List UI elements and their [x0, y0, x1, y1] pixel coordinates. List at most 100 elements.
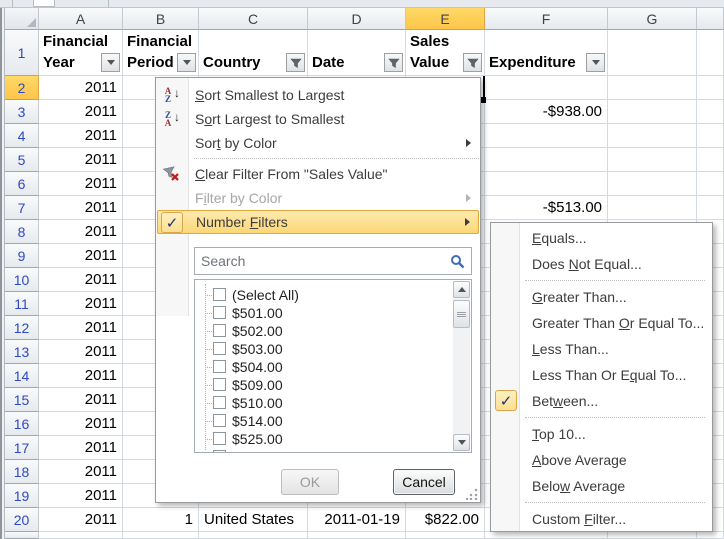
cell-G21[interactable]: [608, 532, 697, 539]
submenu-item-custom-filter[interactable]: Custom Filter...: [492, 506, 711, 532]
cell-F2[interactable]: [485, 76, 608, 100]
header-cell-D[interactable]: Date: [308, 30, 406, 76]
scrollbar-thumb[interactable]: [453, 300, 470, 328]
value-checkbox[interactable]: [213, 378, 226, 391]
cell-H3[interactable]: [697, 100, 724, 124]
row-header-17[interactable]: 17: [5, 436, 39, 460]
cell-F7[interactable]: -$513.00: [485, 196, 608, 220]
cell-F3[interactable]: -$938.00: [485, 100, 608, 124]
column-header-D[interactable]: D: [308, 8, 406, 30]
header-cell-G[interactable]: [608, 30, 697, 76]
cell-A18[interactable]: 2011: [39, 460, 123, 484]
filter-dropdown-button-F[interactable]: [586, 53, 605, 72]
menu-resize-grip[interactable]: [466, 488, 478, 500]
row-header-19[interactable]: 19: [5, 484, 39, 508]
row-header-20[interactable]: 20: [5, 508, 39, 532]
filter-applied-button-D[interactable]: [384, 53, 403, 72]
cell-F5[interactable]: [485, 148, 608, 172]
column-header-E[interactable]: E: [406, 8, 485, 30]
row-header-7[interactable]: 7: [5, 196, 39, 220]
value-checkbox[interactable]: [213, 414, 226, 427]
submenu-item-does-not-equal[interactable]: Does Not Equal...: [492, 251, 711, 277]
cell-A2[interactable]: 2011: [39, 76, 123, 100]
value-checkbox[interactable]: [213, 342, 226, 355]
column-header-partial[interactable]: [697, 8, 724, 30]
value-checkbox[interactable]: [213, 288, 226, 301]
cell-C21[interactable]: [199, 532, 308, 539]
cell-A11[interactable]: 2011: [39, 292, 123, 316]
list-scrollbar[interactable]: [453, 281, 470, 451]
cell-C20[interactable]: United States: [199, 508, 308, 532]
filter-value-item[interactable]: $514.00: [195, 412, 445, 430]
cell-G3[interactable]: [608, 100, 697, 124]
header-cell-F[interactable]: Expenditure: [485, 30, 608, 76]
cell-E21[interactable]: [406, 532, 485, 539]
header-cell-E[interactable]: SalesValue: [406, 30, 485, 76]
cell-G5[interactable]: [608, 148, 697, 172]
menu-item-clear-filter-from-sales-value[interactable]: Clear Filter From "Sales Value": [157, 162, 479, 186]
filter-value-item[interactable]: $502.00: [195, 322, 445, 340]
cell-F21[interactable]: [485, 532, 608, 539]
cell-A9[interactable]: 2011: [39, 244, 123, 268]
cancel-button[interactable]: Cancel: [393, 469, 455, 495]
column-header-C[interactable]: C: [199, 8, 308, 30]
submenu-item-top-10[interactable]: Top 10...: [492, 421, 711, 447]
filter-value-item[interactable]: $525.00: [195, 430, 445, 448]
search-input[interactable]: [195, 248, 453, 274]
cell-A4[interactable]: 2011: [39, 124, 123, 148]
row-header-16[interactable]: 16: [5, 412, 39, 436]
filter-value-item[interactable]: $501.00: [195, 304, 445, 322]
cell-A21[interactable]: [39, 532, 123, 539]
cell-A6[interactable]: 2011: [39, 172, 123, 196]
cell-G2[interactable]: [608, 76, 697, 100]
cell-G4[interactable]: [608, 124, 697, 148]
cell-D21[interactable]: [308, 532, 406, 539]
menu-item-sort-largest-to-smallest[interactable]: ZA↓Sort Largest to Smallest: [157, 107, 479, 131]
filter-value-item[interactable]: $510.00: [195, 394, 445, 412]
value-checkbox[interactable]: [213, 306, 226, 319]
cell-A10[interactable]: 2011: [39, 268, 123, 292]
cell-H21[interactable]: [697, 532, 724, 539]
cell-A15[interactable]: 2011: [39, 388, 123, 412]
menu-item-number-filters[interactable]: ✓Number Filters: [157, 210, 479, 234]
row-header-partial[interactable]: [5, 532, 39, 539]
value-checkbox[interactable]: [213, 324, 226, 337]
row-header-5[interactable]: 5: [5, 148, 39, 172]
row-header-1[interactable]: 1: [5, 30, 39, 76]
cell-E20[interactable]: $822.00: [406, 508, 485, 532]
menu-item-sort-by-color[interactable]: Sort by Color: [157, 131, 479, 155]
submenu-item-greater-than-or-equal-to[interactable]: Greater Than Or Equal To...: [492, 310, 711, 336]
cell-A12[interactable]: 2011: [39, 316, 123, 340]
cell-A20[interactable]: 2011: [39, 508, 123, 532]
cell-A8[interactable]: 2011: [39, 220, 123, 244]
row-header-4[interactable]: 4: [5, 124, 39, 148]
column-header-G[interactable]: G: [608, 8, 697, 30]
row-header-8[interactable]: 8: [5, 220, 39, 244]
cell-B21[interactable]: [123, 532, 199, 539]
cell-A3[interactable]: 2011: [39, 100, 123, 124]
cell-H7[interactable]: [697, 196, 724, 220]
row-header-10[interactable]: 10: [5, 268, 39, 292]
column-header-A[interactable]: A: [39, 8, 123, 30]
column-header-F[interactable]: F: [485, 8, 608, 30]
filter-applied-button-E[interactable]: [463, 53, 482, 72]
filter-value-item[interactable]: (Select All): [195, 286, 445, 304]
header-cell-H[interactable]: [697, 30, 724, 76]
filter-value-item[interactable]: $509.00: [195, 376, 445, 394]
submenu-item-greater-than[interactable]: Greater Than...: [492, 284, 711, 310]
row-header-12[interactable]: 12: [5, 316, 39, 340]
header-cell-C[interactable]: Country: [199, 30, 308, 76]
header-cell-B[interactable]: FinancialPeriod: [123, 30, 199, 76]
value-checkbox[interactable]: [213, 450, 226, 453]
filter-value-item[interactable]: $504.00: [195, 358, 445, 376]
cell-D20[interactable]: 2011-01-19: [308, 508, 406, 532]
select-all-corner[interactable]: [5, 8, 39, 30]
row-header-11[interactable]: 11: [5, 292, 39, 316]
cell-H5[interactable]: [697, 148, 724, 172]
cell-A13[interactable]: 2011: [39, 340, 123, 364]
filter-value-item[interactable]: $503.00: [195, 340, 445, 358]
cell-B20[interactable]: 1: [123, 508, 199, 532]
cell-H2[interactable]: [697, 76, 724, 100]
row-header-13[interactable]: 13: [5, 340, 39, 364]
filter-value-item-partial[interactable]: [195, 448, 445, 453]
